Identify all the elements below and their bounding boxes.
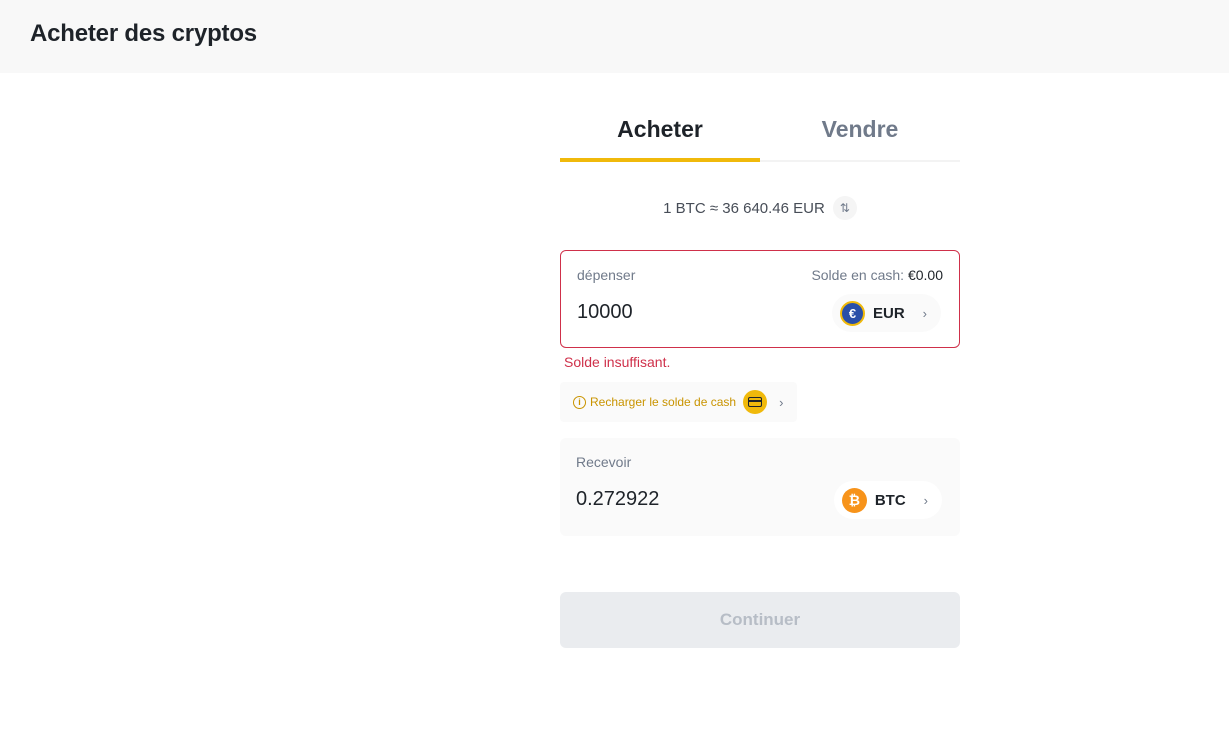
error-message: Solde insuffisant. xyxy=(564,354,671,370)
receive-amount-input[interactable] xyxy=(576,488,796,511)
tab-buy[interactable]: Acheter xyxy=(560,96,760,162)
page-title: Acheter des cryptos xyxy=(30,20,257,47)
recharge-cash-label: Recharger le solde de cash xyxy=(590,395,737,409)
receive-currency-code: BTC xyxy=(874,491,906,509)
receive-label: Recevoir xyxy=(576,454,632,470)
swap-vertical-icon[interactable]: ⇅ xyxy=(832,196,857,220)
receive-currency-select[interactable]: ₿ BTC › xyxy=(833,481,942,519)
spend-field: dépenser Solde en cash: €0.00 € EUR › xyxy=(560,250,960,348)
cash-balance-label: Solde en cash: xyxy=(811,267,905,283)
spend-currency-code: EUR xyxy=(872,304,905,322)
trade-panel: Acheter Vendre 1 BTC ≈ 36 640.46 EUR ⇅ d… xyxy=(560,96,960,648)
chevron-right-icon: › xyxy=(779,394,784,410)
tab-sell[interactable]: Vendre xyxy=(760,96,960,160)
spend-label: dépenser xyxy=(577,267,636,283)
trade-tabs: Acheter Vendre xyxy=(560,96,960,162)
info-icon: i xyxy=(573,395,586,409)
top-bar: Acheter des cryptos xyxy=(0,0,1229,73)
cash-balance-value: €0.00 xyxy=(907,267,943,283)
exchange-rate-text: 1 BTC ≈ 36 640.46 EUR xyxy=(663,199,825,217)
continue-button[interactable]: Continuer xyxy=(560,592,960,648)
recharge-cash-link[interactable]: i Recharger le solde de cash › xyxy=(560,382,797,422)
spend-amount-input[interactable] xyxy=(577,301,797,324)
exchange-rate: 1 BTC ≈ 36 640.46 EUR ⇅ xyxy=(560,196,960,220)
cash-balance: Solde en cash: €0.00 xyxy=(811,267,943,283)
chevron-right-icon: › xyxy=(922,305,927,321)
spend-currency-select[interactable]: € EUR › xyxy=(831,294,941,332)
euro-coin-icon: € xyxy=(839,300,865,326)
card-icon xyxy=(743,390,768,414)
bitcoin-coin-icon: ₿ xyxy=(841,487,867,513)
receive-field: Recevoir ₿ BTC › xyxy=(560,438,960,536)
chevron-right-icon: › xyxy=(923,492,928,508)
